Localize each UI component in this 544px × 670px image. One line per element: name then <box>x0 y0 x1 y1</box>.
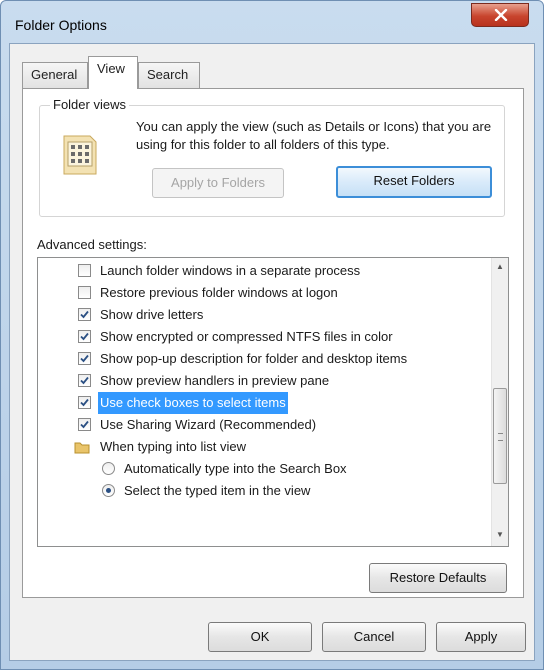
checkbox-checked[interactable] <box>78 352 91 365</box>
folder-options-window: Folder Options General View Search Folde… <box>0 0 544 670</box>
radio-dot-icon <box>106 488 111 493</box>
folder-icon <box>74 439 90 462</box>
ok-button[interactable]: OK <box>208 622 312 652</box>
list-item-label: Automatically type into the Search Box <box>124 461 347 476</box>
tab-search-label: Search <box>147 67 189 82</box>
checkbox-unchecked[interactable] <box>78 264 91 277</box>
checkbox-checked[interactable] <box>78 374 91 387</box>
tab-view-label: View <box>97 61 125 76</box>
cancel-button[interactable]: Cancel <box>322 622 426 652</box>
tab-general-label: General <box>31 67 78 82</box>
apply-to-folders-button[interactable]: Apply to Folders <box>152 168 284 198</box>
radio-unselected[interactable] <box>102 462 115 475</box>
list-item-label: Show pop-up description for folder and d… <box>100 351 408 366</box>
folder-views-group: Folder views You can apply the view (suc… <box>39 97 505 217</box>
close-icon <box>494 9 508 21</box>
list-item-label: Show preview handlers in preview pane <box>100 373 330 388</box>
list-item-label: Show encrypted or compressed NTFS files … <box>100 329 393 344</box>
scroll-down-arrow-icon[interactable]: ▼ <box>496 530 504 539</box>
folder-views-label: Folder views <box>50 97 129 112</box>
restore-defaults-button[interactable]: Restore Defaults <box>369 563 507 593</box>
list-item-label: Use Sharing Wizard (Recommended) <box>100 417 317 432</box>
reset-folders-button[interactable]: Reset Folders <box>336 166 492 198</box>
checkmark-icon <box>80 354 89 363</box>
scroll-thumb[interactable] <box>493 388 507 484</box>
list-item-label: Show drive letters <box>100 307 204 322</box>
scroll-up-arrow-icon[interactable]: ▲ <box>496 262 504 271</box>
list-scrollbar[interactable]: ▲ ▼ <box>491 258 508 546</box>
checkmark-icon <box>80 398 89 407</box>
radio-selected[interactable] <box>102 484 115 497</box>
dialog-body: General View Search Folder views You can… <box>9 43 535 661</box>
checkbox-checked[interactable] <box>78 308 91 321</box>
checkmark-icon <box>80 420 89 429</box>
list-item-label: Restore previous folder windows at logon <box>100 285 338 300</box>
view-tab-panel: Folder views You can apply the view (suc… <box>22 88 524 598</box>
list-item-label: Select the typed item in the view <box>124 483 311 498</box>
checkmark-icon <box>80 310 89 319</box>
grip-icon <box>498 433 503 441</box>
apply-button[interactable]: Apply <box>436 622 526 652</box>
tab-general[interactable]: General <box>22 62 88 88</box>
folder-views-description: You can apply the view (such as Details … <box>136 119 492 152</box>
title-bar[interactable]: Folder Options <box>1 1 543 43</box>
checkmark-icon <box>80 376 89 385</box>
checkmark-icon <box>80 332 89 341</box>
window-title: Folder Options <box>15 17 107 33</box>
checkbox-checked[interactable] <box>78 330 91 343</box>
list-group-label: When typing into list view <box>100 439 246 454</box>
tab-search[interactable]: Search <box>138 62 200 88</box>
list-item-label: Use check boxes to select items <box>98 392 288 414</box>
checkbox-unchecked[interactable] <box>78 286 91 299</box>
folder-views-icon <box>60 132 100 181</box>
advanced-settings-label: Advanced settings: <box>37 237 147 252</box>
list-item-label: Launch folder windows in a separate proc… <box>100 263 361 278</box>
checkbox-checked[interactable] <box>78 396 91 409</box>
tab-view[interactable]: View <box>88 56 138 89</box>
advanced-settings-list[interactable]: Launch folder windows in a separate proc… <box>37 257 509 547</box>
close-button[interactable] <box>471 3 529 27</box>
checkbox-checked[interactable] <box>78 418 91 431</box>
